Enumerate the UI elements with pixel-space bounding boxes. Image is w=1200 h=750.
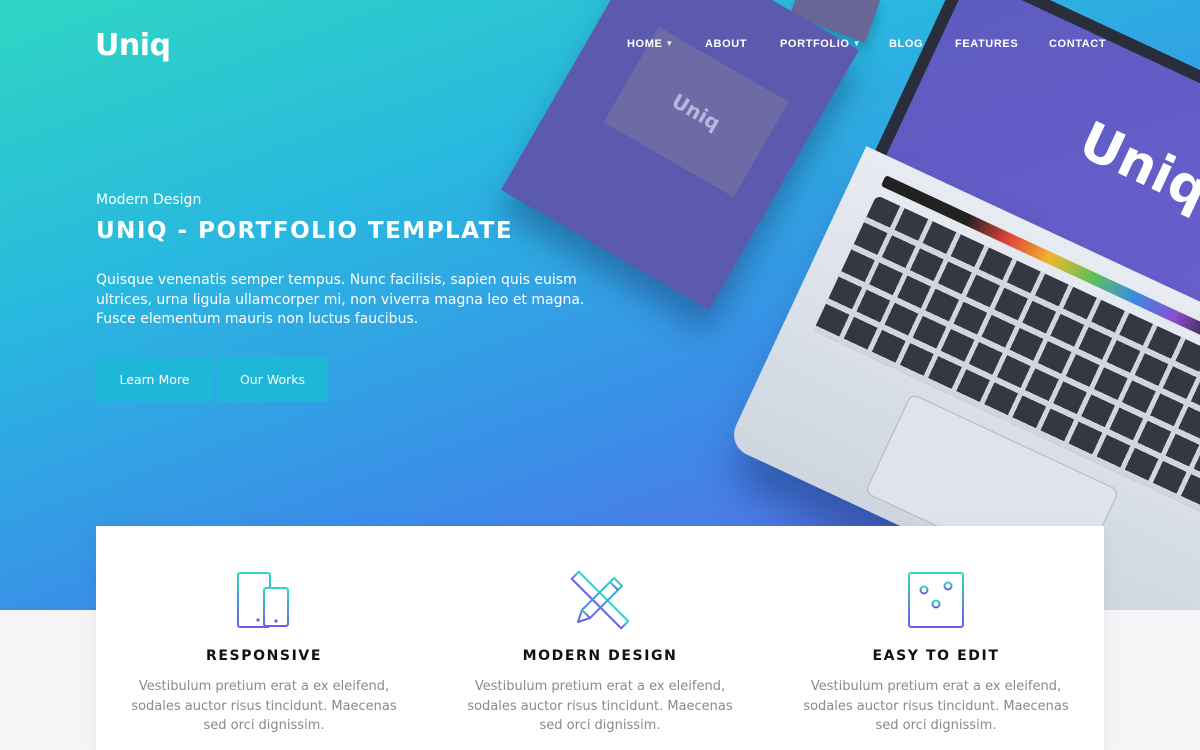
nav-item-portfolio[interactable]: PORTFOLIO ▼ [780, 38, 861, 50]
laptop-logo-text: Uniq [1070, 110, 1200, 222]
feature-card-modern-design: MODERN DESIGN Vestibulum pretium erat a … [432, 526, 768, 750]
hero-title: UNIQ - PORTFOLIO TEMPLATE [96, 218, 514, 244]
nav-item-home[interactable]: HOME ▼ [627, 38, 674, 50]
devices-icon [237, 572, 289, 628]
hero-section: Uniq Uniq Uniq HOME ▼ ABOUT PORTFOLIO ▼ BL… [0, 0, 1200, 610]
caret-down-icon: ▼ [852, 39, 862, 48]
notebook-logo-text: Uniq [667, 88, 725, 136]
feature-description: Vestibulum pretium erat a ex eleifend, s… [131, 679, 397, 733]
nav-item-label: FEATURES [955, 38, 1019, 50]
features-section: RESPONSIVE Vestibulum pretium erat a ex … [96, 526, 1104, 750]
feature-title: EASY TO EDIT [872, 648, 1000, 664]
hero-description: Quisque venenatis semper tempus. Nunc fa… [96, 272, 585, 327]
sliders-icon [908, 572, 964, 628]
nav-item-about[interactable]: ABOUT [705, 38, 747, 50]
hero-subtitle: Modern Design [96, 192, 202, 208]
nav-item-features[interactable]: FEATURES [955, 38, 1018, 50]
nav-item-label: HOME [627, 38, 663, 50]
main-nav: HOME ▼ ABOUT PORTFOLIO ▼ BLOG FEATURES CON… [620, 38, 1120, 54]
feature-title: RESPONSIVE [206, 648, 322, 664]
nav-item-label: ABOUT [705, 38, 748, 50]
feature-card-easy-to-edit: EASY TO EDIT Vestibulum pretium erat a e… [768, 526, 1104, 750]
feature-title: MODERN DESIGN [522, 648, 678, 664]
nav-item-contact[interactable]: CONTACT [1049, 38, 1106, 50]
feature-description: Vestibulum pretium erat a ex eleifend, s… [467, 679, 733, 733]
nav-item-label: BLOG [889, 38, 924, 50]
nav-item-label: CONTACT [1049, 38, 1107, 50]
learn-more-button[interactable]: Learn More [96, 357, 213, 402]
our-works-button[interactable]: Our Works [217, 357, 328, 402]
feature-card-responsive: RESPONSIVE Vestibulum pretium erat a ex … [96, 526, 432, 750]
pencil-ruler-icon [570, 570, 630, 630]
nav-item-label: PORTFOLIO [780, 38, 850, 50]
caret-down-icon: ▼ [665, 39, 674, 48]
brand-logo[interactable]: Uniq [95, 28, 171, 63]
nav-item-blog[interactable]: BLOG [889, 38, 923, 50]
feature-description: Vestibulum pretium erat a ex eleifend, s… [803, 679, 1069, 733]
